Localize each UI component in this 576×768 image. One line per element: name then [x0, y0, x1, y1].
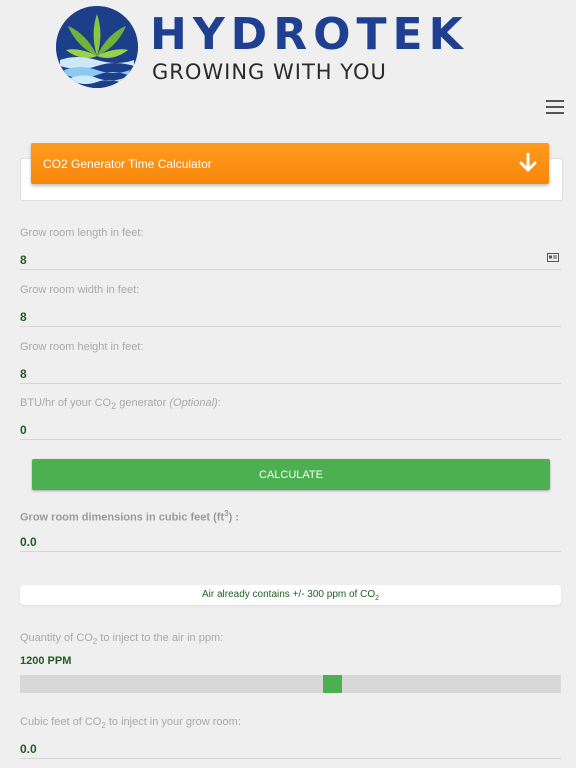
contact-card-icon[interactable]: [547, 253, 559, 262]
ppm-slider-thumb[interactable]: [323, 675, 342, 693]
length-label: Grow room length in feet:: [20, 227, 144, 239]
arrow-down-icon: [519, 153, 537, 172]
quantity-label: Quantity of CO2 to inject to the air in …: [20, 632, 224, 647]
width-input[interactable]: 8: [20, 310, 27, 324]
calculator-toggle[interactable]: CO2 Generator Time Calculator: [31, 143, 549, 184]
btu-underline: [20, 439, 561, 440]
cubic-feet-label: Cubic feet of CO2 to inject in your grow…: [20, 716, 241, 731]
calculator-title: CO2 Generator Time Calculator: [43, 157, 212, 171]
height-label: Grow room height in feet:: [20, 341, 144, 353]
cubic-feet-field: Cubic feet of CO2 to inject in your grow…: [20, 716, 561, 759]
dimensions-underline: [20, 551, 561, 552]
ppm-value: 1200 PPM: [20, 655, 72, 667]
height-input[interactable]: 8: [20, 367, 27, 381]
width-label: Grow room width in feet:: [20, 284, 140, 296]
brand-name: HYDROTEK: [150, 9, 469, 60]
height-underline: [20, 383, 561, 384]
dimensions-value: 0.0: [20, 535, 37, 549]
length-field[interactable]: Grow room length in feet: 8: [20, 227, 561, 270]
height-field[interactable]: Grow room height in feet: 8: [20, 341, 561, 384]
btu-field[interactable]: BTU/hr of your CO2 generator (Optional):…: [20, 397, 561, 440]
cubic-feet-underline: [20, 758, 561, 759]
width-underline: [20, 326, 561, 327]
cubic-feet-value: 0.0: [20, 742, 37, 756]
air-info-box: Air already contains +/- 300 ppm of CO2: [20, 585, 561, 605]
length-underline: [20, 269, 561, 270]
width-field[interactable]: Grow room width in feet: 8: [20, 284, 561, 327]
brand-logo: HYDROTEK GROWING WITH YOU: [56, 6, 532, 94]
brand-tagline: GROWING WITH YOU: [152, 60, 387, 84]
quantity-field: Quantity of CO2 to inject to the air in …: [20, 632, 561, 646]
btu-input[interactable]: 0: [20, 423, 27, 437]
hydrotek-leaf-logo: [56, 6, 138, 88]
dimensions-label: Grow room dimensions in cubic feet (ft3)…: [20, 509, 239, 524]
length-input[interactable]: 8: [20, 253, 27, 267]
btu-label: BTU/hr of your CO2 generator (Optional):: [20, 397, 221, 412]
ppm-slider[interactable]: [20, 675, 561, 693]
hamburger-menu-icon[interactable]: [546, 100, 564, 114]
calculate-button[interactable]: CALCULATE: [32, 459, 550, 490]
